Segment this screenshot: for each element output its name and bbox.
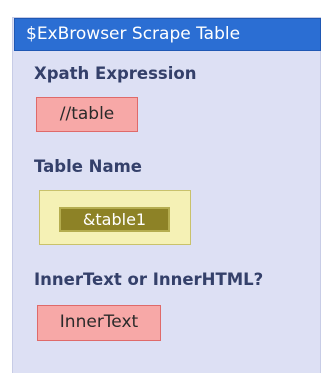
innertext-or-innerhtml-field[interactable]: InnerText (37, 305, 161, 341)
xpath-expression-label: Xpath Expression (34, 64, 197, 83)
command-block-title[interactable]: $ExBrowser Scrape Table (14, 18, 321, 51)
table-name-variable-chip[interactable]: &table1 (59, 207, 170, 232)
xpath-expression-field[interactable]: //table (36, 97, 138, 132)
table-name-label: Table Name (34, 157, 142, 176)
table-name-field[interactable]: &table1 (39, 190, 191, 245)
innertext-or-innerhtml-label: InnerText or InnerHTML? (34, 270, 264, 289)
